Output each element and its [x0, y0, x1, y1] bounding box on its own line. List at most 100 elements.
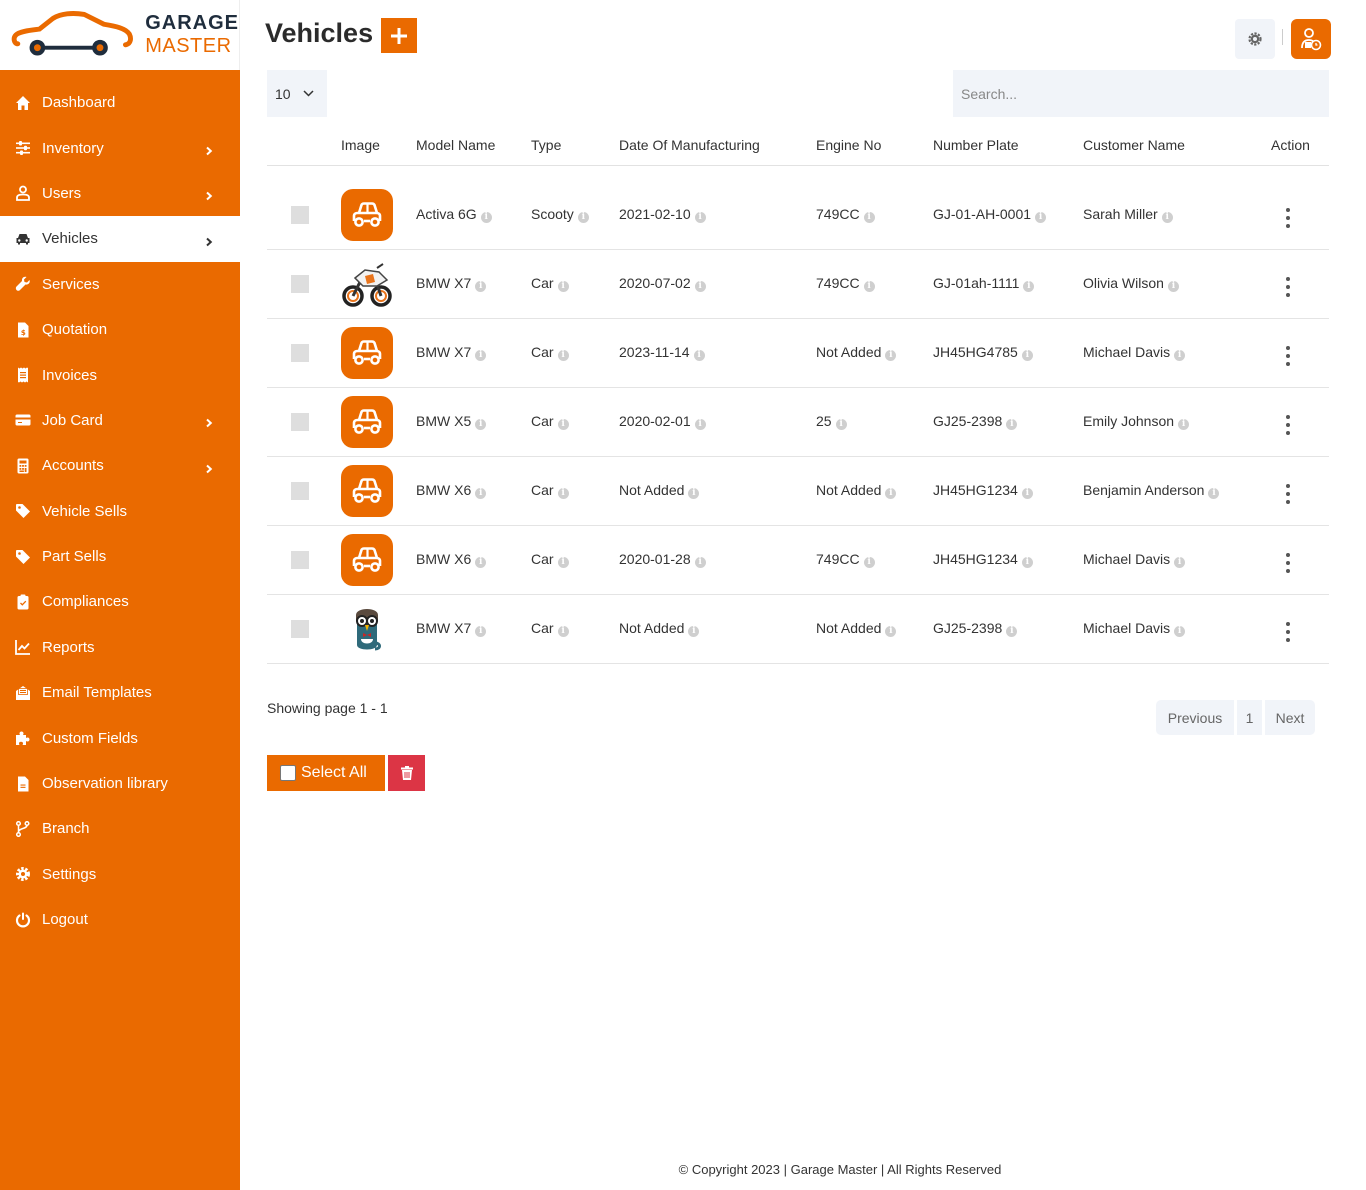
- select-all-checkbox[interactable]: [280, 765, 296, 781]
- info-icon[interactable]: i: [1035, 212, 1047, 223]
- info-icon[interactable]: i: [1006, 626, 1018, 637]
- col-date-of-manufacturing[interactable]: Date Of Manufacturing: [619, 125, 816, 166]
- image-cell[interactable]: [341, 165, 416, 250]
- info-icon[interactable]: i: [557, 281, 569, 292]
- sidebar-item-branch[interactable]: Branch: [0, 806, 240, 851]
- sidebar-item-reports[interactable]: Reports: [0, 625, 240, 670]
- sidebar-item-email-templates[interactable]: Email Templates: [0, 670, 240, 715]
- user-profile-button[interactable]: [1291, 19, 1331, 59]
- info-icon[interactable]: i: [1021, 557, 1033, 568]
- info-icon[interactable]: i: [1208, 488, 1220, 499]
- page-length-select[interactable]: 10: [267, 70, 327, 117]
- info-icon[interactable]: i: [694, 281, 706, 292]
- logo[interactable]: GARAGE MASTER: [0, 0, 240, 70]
- image-cell[interactable]: [341, 318, 416, 388]
- info-icon[interactable]: i: [1174, 557, 1186, 568]
- image-cell[interactable]: [341, 594, 416, 664]
- info-icon[interactable]: i: [557, 488, 569, 499]
- info-icon[interactable]: i: [885, 626, 897, 637]
- image-cell[interactable]: [341, 249, 416, 319]
- info-icon[interactable]: i: [1174, 350, 1186, 361]
- info-icon[interactable]: i: [475, 350, 487, 361]
- image-cell[interactable]: [341, 387, 416, 457]
- info-icon[interactable]: i: [863, 557, 875, 568]
- sidebar-item-dashboard[interactable]: Dashboard: [0, 80, 240, 125]
- info-icon[interactable]: i: [475, 626, 487, 637]
- info-icon[interactable]: i: [577, 212, 589, 223]
- info-icon[interactable]: i: [475, 488, 487, 499]
- delete-selected-button[interactable]: [388, 755, 425, 791]
- info-icon[interactable]: i: [1021, 488, 1033, 499]
- row-checkbox[interactable]: [291, 481, 309, 500]
- more-actions-icon[interactable]: [1282, 206, 1294, 230]
- select-all-button[interactable]: Select All: [267, 755, 385, 791]
- sidebar-item-job-card[interactable]: Job Card: [0, 398, 240, 443]
- sidebar-item-users[interactable]: Users: [0, 171, 240, 216]
- sidebar-item-quotation[interactable]: $ Quotation: [0, 307, 240, 352]
- info-icon[interactable]: i: [557, 557, 569, 568]
- info-icon[interactable]: i: [863, 212, 875, 223]
- row-checkbox[interactable]: [291, 550, 309, 569]
- sidebar-item-compliances[interactable]: Compliances: [0, 579, 240, 624]
- sidebar-item-settings[interactable]: Settings: [0, 852, 240, 897]
- col-customer-name[interactable]: Customer Name: [1083, 125, 1271, 166]
- sidebar-item-inventory[interactable]: Inventory: [0, 125, 240, 170]
- row-checkbox[interactable]: [291, 412, 309, 431]
- col-number-plate[interactable]: Number Plate: [933, 125, 1083, 166]
- info-icon[interactable]: i: [688, 626, 700, 637]
- info-icon[interactable]: i: [480, 212, 492, 223]
- info-icon[interactable]: i: [835, 419, 847, 430]
- add-vehicle-button[interactable]: [381, 18, 417, 53]
- more-actions-icon[interactable]: [1282, 551, 1294, 575]
- previous-page-button[interactable]: Previous: [1156, 700, 1234, 735]
- more-actions-icon[interactable]: [1282, 620, 1294, 644]
- image-cell[interactable]: [341, 456, 416, 526]
- row-checkbox[interactable]: [291, 619, 309, 638]
- info-icon[interactable]: i: [1023, 281, 1035, 292]
- more-actions-icon[interactable]: [1282, 344, 1294, 368]
- sidebar-item-observation-library[interactable]: Observation library: [0, 761, 240, 806]
- sidebar-item-part-sells[interactable]: Part Sells: [0, 534, 240, 579]
- row-checkbox[interactable]: [291, 274, 309, 293]
- row-checkbox[interactable]: [291, 205, 309, 224]
- sidebar-item-vehicles[interactable]: Vehicles: [0, 216, 240, 262]
- info-icon[interactable]: i: [1006, 419, 1018, 430]
- more-actions-icon[interactable]: [1282, 413, 1294, 437]
- sidebar-item-services[interactable]: Services: [0, 262, 240, 307]
- info-icon[interactable]: i: [885, 350, 897, 361]
- info-icon[interactable]: i: [688, 488, 700, 499]
- info-icon[interactable]: i: [1021, 350, 1033, 361]
- info-icon[interactable]: i: [694, 557, 706, 568]
- search-input[interactable]: [953, 70, 1329, 117]
- settings-button[interactable]: [1235, 19, 1275, 59]
- col-engine-no[interactable]: Engine No: [816, 125, 933, 166]
- info-icon[interactable]: i: [694, 419, 706, 430]
- sidebar-item-accounts[interactable]: Accounts: [0, 443, 240, 488]
- info-icon[interactable]: i: [863, 281, 875, 292]
- info-icon[interactable]: i: [557, 350, 569, 361]
- sidebar-item-logout[interactable]: Logout: [0, 897, 240, 942]
- col-type[interactable]: Type: [531, 125, 619, 166]
- image-cell[interactable]: [341, 525, 416, 595]
- sidebar-item-vehicle-sells[interactable]: Vehicle Sells: [0, 489, 240, 534]
- info-icon[interactable]: i: [557, 419, 569, 430]
- info-icon[interactable]: i: [475, 281, 487, 292]
- more-actions-icon[interactable]: [1282, 275, 1294, 299]
- row-checkbox[interactable]: [291, 343, 309, 362]
- info-icon[interactable]: i: [1174, 626, 1186, 637]
- more-actions-icon[interactable]: [1282, 482, 1294, 506]
- sidebar-item-invoices[interactable]: Invoices: [0, 352, 240, 397]
- info-icon[interactable]: i: [694, 212, 706, 223]
- page-number-button[interactable]: 1: [1237, 700, 1262, 735]
- info-icon[interactable]: i: [693, 350, 705, 361]
- info-icon[interactable]: i: [1161, 212, 1173, 223]
- info-icon[interactable]: i: [1167, 281, 1179, 292]
- info-icon[interactable]: i: [475, 557, 487, 568]
- next-page-button[interactable]: Next: [1265, 700, 1315, 735]
- info-icon[interactable]: i: [885, 488, 897, 499]
- sidebar-item-custom-fields[interactable]: Custom Fields: [0, 715, 240, 760]
- info-icon[interactable]: i: [475, 419, 487, 430]
- info-icon[interactable]: i: [557, 626, 569, 637]
- col-model-name[interactable]: Model Name: [416, 125, 531, 166]
- info-icon[interactable]: i: [1178, 419, 1190, 430]
